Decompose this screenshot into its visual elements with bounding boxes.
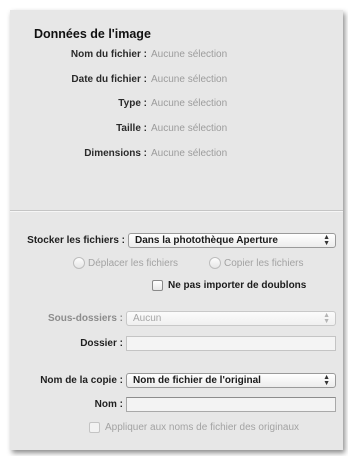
subfolders-popup[interactable]: Aucun ▲ ▼ — [126, 311, 336, 326]
dimensions-label: Dimensions : — [84, 148, 147, 159]
size-value: Aucune sélection — [151, 123, 228, 134]
copy-name-label: Nom de la copie : — [40, 375, 123, 386]
chevron-updown-icon: ▲ ▼ — [323, 373, 330, 387]
store-files-popup[interactable]: Dans la photothèque Aperture ▲ ▼ — [128, 233, 336, 248]
apply-originals-label: Appliquer aux noms de fichier des origin… — [105, 422, 299, 433]
no-duplicates-label: Ne pas importer de doublons — [168, 280, 307, 291]
move-files-label: Déplacer les fichiers — [88, 258, 179, 269]
dimensions-value: Aucune sélection — [151, 148, 228, 159]
file-name-row: Nom du fichier : Aucune sélection — [10, 49, 343, 65]
move-files-radio[interactable] — [73, 257, 85, 269]
file-name-value: Aucune sélection — [151, 49, 228, 60]
name-field[interactable] — [126, 397, 336, 412]
store-files-label: Stocker les fichiers : — [27, 235, 125, 246]
type-label: Type : — [118, 98, 147, 109]
file-date-label: Date du fichier : — [71, 74, 147, 85]
type-value: Aucune sélection — [151, 98, 228, 109]
folder-field[interactable] — [126, 336, 336, 351]
copy-name-popup[interactable]: Nom de fichier de l'original ▲ ▼ — [126, 373, 336, 388]
apply-originals-checkbox[interactable] — [89, 422, 100, 433]
chevron-updown-icon: ▲ ▼ — [323, 233, 330, 247]
size-label: Taille : — [116, 123, 147, 134]
copy-name-selected: Nom de fichier de l'original — [133, 375, 261, 386]
name-label: Nom : — [94, 399, 123, 410]
subfolders-label: Sous-dossiers : — [47, 313, 123, 324]
image-data-section: Données de l'image Nom du fichier : Aucu… — [10, 10, 343, 206]
chevron-updown-icon: ▲ ▼ — [323, 311, 330, 325]
copy-files-radio[interactable] — [209, 257, 221, 269]
file-date-row: Date du fichier : Aucune sélection — [10, 74, 343, 90]
store-files-selected: Dans la photothèque Aperture — [135, 235, 278, 246]
dimensions-row: Dimensions : Aucune sélection — [10, 148, 343, 164]
no-duplicates-checkbox[interactable] — [152, 280, 163, 291]
copy-files-label: Copier les fichiers — [224, 258, 304, 269]
section-divider — [10, 210, 343, 212]
image-data-title: Données de l'image — [34, 27, 151, 41]
file-name-label: Nom du fichier : — [70, 49, 147, 60]
import-panel: Données de l'image Nom du fichier : Aucu… — [10, 10, 343, 450]
size-row: Taille : Aucune sélection — [10, 123, 343, 139]
file-date-value: Aucune sélection — [151, 74, 228, 85]
type-row: Type : Aucune sélection — [10, 98, 343, 114]
subfolders-selected: Aucun — [133, 313, 162, 324]
folder-label: Dossier : — [80, 338, 123, 349]
